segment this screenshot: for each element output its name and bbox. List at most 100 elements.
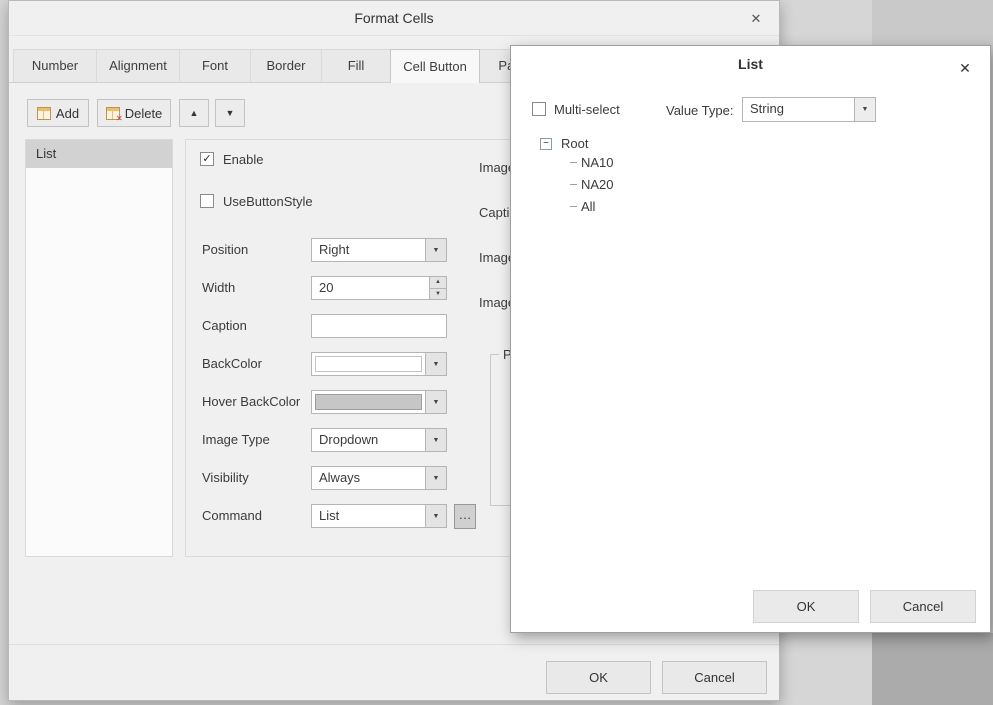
close-icon: ✕ (751, 11, 762, 26)
dialog-title: List (738, 56, 763, 72)
tab-strip: Number Alignment Font Border Fill Cell B… (13, 49, 540, 83)
delete-button[interactable]: ✕ Delete (97, 99, 171, 127)
chevron-down-icon[interactable]: ▼ (425, 391, 446, 413)
delete-icon: ✕ (106, 107, 120, 120)
up-arrow-icon: ▲ (190, 108, 199, 118)
add-button[interactable]: Add (27, 99, 89, 127)
position-value: Right (312, 239, 425, 261)
ellipsis-icon: … (459, 507, 472, 522)
tab-label: Border (266, 58, 305, 73)
tree-root-label: Root (561, 136, 588, 152)
list-item-label: List (36, 146, 56, 161)
image-type-dropdown[interactable]: Dropdown ▼ (311, 428, 447, 452)
spin-up-button[interactable]: ▲ (430, 277, 446, 289)
background-panel-dark (872, 633, 993, 705)
chevron-down-icon[interactable]: ▼ (854, 98, 875, 121)
chevron-down-icon[interactable]: ▼ (425, 353, 446, 375)
collapse-icon[interactable]: − (540, 138, 552, 150)
position-label: Position (202, 238, 248, 262)
tree-node-na20[interactable]: NA20 (570, 176, 614, 192)
list-dialog: List ✕ Multi-select Value Type: String ▼… (510, 45, 991, 633)
tab-label: Fill (348, 58, 365, 73)
cancel-button-label: Cancel (694, 670, 734, 685)
tab-label: Number (32, 58, 78, 73)
backcolor-label: BackColor (202, 352, 262, 376)
down-arrow-icon: ▼ (226, 108, 235, 118)
tree-line (570, 206, 577, 207)
delete-x-icon: ✕ (116, 114, 123, 123)
caption-input[interactable] (311, 314, 447, 338)
add-icon (37, 107, 51, 120)
screen: Format Cells ✕ Number Alignment Font Bor… (0, 0, 993, 705)
ok-button[interactable]: OK (546, 661, 651, 694)
image-type-label: Image Type (202, 428, 270, 452)
tab-cell-button[interactable]: Cell Button (390, 49, 480, 83)
add-button-label: Add (56, 106, 79, 121)
multi-select-checkbox[interactable] (532, 102, 546, 116)
value-type-dropdown[interactable]: String ▼ (742, 97, 876, 122)
check-icon: ✓ (202, 153, 211, 165)
tree-node-label: NA10 (581, 155, 614, 170)
ok-button-label: OK (797, 599, 816, 614)
tree-node-na10[interactable]: NA10 (570, 154, 614, 170)
tab-alignment[interactable]: Alignment (96, 49, 180, 82)
backcolor-swatch (315, 356, 422, 372)
command-value: List (312, 505, 425, 527)
close-button[interactable]: ✕ (745, 8, 767, 30)
width-spinner[interactable]: 20 ▲ ▼ (311, 276, 447, 300)
ok-button-label: OK (589, 670, 608, 685)
value-type-label: Value Type: (666, 103, 733, 118)
cancel-button[interactable]: Cancel (870, 590, 976, 623)
close-button[interactable]: ✕ (954, 57, 976, 79)
tab-label: Cell Button (403, 59, 467, 74)
width-label: Width (202, 276, 235, 300)
tree-line (570, 184, 577, 185)
list-dialog-title: List (511, 56, 990, 72)
visibility-dropdown[interactable]: Always ▼ (311, 466, 447, 490)
hover-backcolor-label: Hover BackColor (202, 390, 300, 414)
enable-label: Enable (223, 152, 263, 167)
cancel-button-label: Cancel (903, 599, 943, 614)
enable-checkbox[interactable]: ✓ (200, 152, 214, 166)
value-type-value: String (743, 98, 854, 121)
ok-button[interactable]: OK (753, 590, 859, 623)
tab-font[interactable]: Font (179, 49, 251, 82)
cancel-button[interactable]: Cancel (662, 661, 767, 694)
backcolor-dropdown[interactable]: ▼ (311, 352, 447, 376)
title-bar[interactable]: Format Cells (9, 1, 779, 36)
visibility-value: Always (312, 467, 425, 489)
tab-label: Font (202, 58, 228, 73)
hover-backcolor-dropdown[interactable]: ▼ (311, 390, 447, 414)
tree-line (570, 162, 577, 163)
width-value: 20 (312, 277, 429, 299)
spinner-buttons: ▲ ▼ (429, 277, 446, 299)
usebuttonstyle-checkbox[interactable] (200, 194, 214, 208)
tree-node-label: NA20 (581, 177, 614, 192)
cell-button-list-panel: List (25, 139, 173, 557)
close-icon: ✕ (959, 60, 971, 76)
chevron-down-icon[interactable]: ▼ (425, 505, 446, 527)
chevron-down-icon[interactable]: ▼ (425, 467, 446, 489)
command-dropdown[interactable]: List ▼ (311, 504, 447, 528)
command-label: Command (202, 504, 262, 528)
tab-label: Alignment (109, 58, 167, 73)
move-down-button[interactable]: ▼ (215, 99, 245, 127)
chevron-down-icon[interactable]: ▼ (425, 429, 446, 451)
image-type-value: Dropdown (312, 429, 425, 451)
hover-backcolor-swatch (315, 394, 422, 410)
tab-number[interactable]: Number (13, 49, 97, 82)
tree-node-label: All (581, 199, 595, 214)
command-ellipsis-button[interactable]: … (454, 504, 476, 529)
tab-border[interactable]: Border (250, 49, 322, 82)
tree-node-all[interactable]: All (570, 198, 595, 214)
position-dropdown[interactable]: Right ▼ (311, 238, 447, 262)
footer-divider (9, 644, 779, 645)
caption-value (312, 315, 446, 337)
move-up-button[interactable]: ▲ (179, 99, 209, 127)
chevron-down-icon[interactable]: ▼ (425, 239, 446, 261)
tab-fill[interactable]: Fill (321, 49, 391, 82)
spin-down-button[interactable]: ▼ (430, 289, 446, 300)
list-item-selected[interactable]: List (26, 140, 172, 168)
multi-select-label: Multi-select (554, 102, 620, 117)
delete-button-label: Delete (125, 106, 163, 121)
